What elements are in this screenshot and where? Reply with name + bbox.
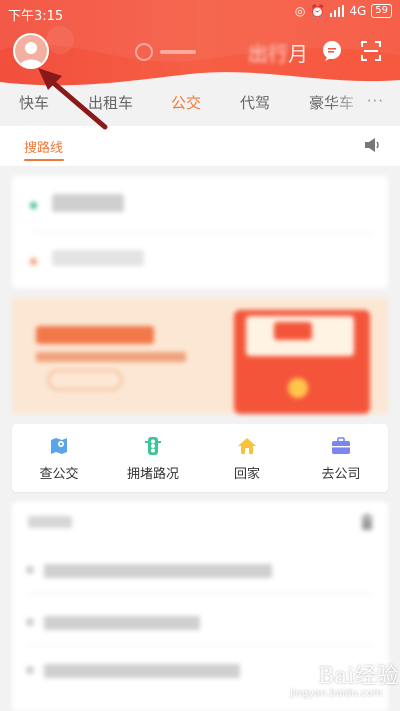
banner-subline [36, 352, 186, 362]
quick-action-label: 查公交 [39, 467, 79, 482]
quick-action-traffic[interactable]: 拥堵路况 [106, 424, 200, 492]
history-text [44, 664, 240, 678]
subtab-underline [24, 159, 64, 161]
watermark-subtext: jingyan.baidu.com [290, 688, 383, 699]
status-bar: 下午3:15 ◎ ⏰ 4G 59 [0, 0, 400, 26]
quick-action-label: 回家 [233, 467, 260, 482]
trash-icon[interactable] [360, 514, 374, 530]
location-icon: ◎ [294, 4, 306, 18]
banner-button[interactable] [48, 370, 122, 390]
start-dot [30, 202, 37, 209]
coin-icon [288, 378, 308, 398]
scan-icon[interactable] [360, 40, 382, 62]
coupon-amount [274, 322, 312, 340]
quick-action-go-home[interactable]: 回家 [200, 424, 294, 492]
bus-map-icon [51, 438, 67, 454]
avatar[interactable] [13, 33, 49, 69]
history-text [44, 616, 200, 630]
promo-text-blurred: 出行 [248, 42, 288, 66]
history-dot [26, 666, 34, 674]
start-input[interactable] [52, 194, 124, 212]
tab-kuaiche[interactable]: 快车 [19, 92, 49, 113]
user-avatar-icon [15, 35, 47, 67]
destination-input[interactable] [52, 250, 144, 266]
network-type: 4G [349, 4, 367, 18]
watermark-text: Bai经验 [318, 664, 399, 689]
battery-icon: 59 [371, 4, 392, 18]
traffic-light-icon [145, 437, 161, 455]
status-time: 下午3:15 [8, 9, 64, 24]
signal-icon [330, 5, 345, 17]
history-divider [28, 593, 372, 594]
brand-logo-icon [135, 43, 196, 61]
tab-bus[interactable]: 公交 [171, 92, 201, 113]
history-row[interactable] [12, 598, 388, 646]
route-input-card[interactable] [12, 176, 388, 288]
announcement-icon[interactable] [364, 137, 382, 153]
quick-actions: 查公交 拥堵路况 回家 去公司 [12, 424, 388, 492]
route-divider [32, 232, 372, 233]
service-tabs: 快车 出租车 公交 代驾 豪华车 ··· [0, 88, 400, 120]
promo-text: 出行月 [248, 38, 308, 67]
quick-action-check-bus[interactable]: 查公交 [12, 424, 106, 492]
history-row[interactable] [12, 546, 388, 594]
promo-text-month: 月 [288, 42, 308, 66]
banner-headline [36, 326, 154, 344]
subtab-bar: 搜路线 [0, 126, 400, 166]
tabs-fade [330, 88, 370, 120]
message-icon[interactable] [321, 40, 343, 62]
quick-action-label: 去公司 [321, 467, 361, 482]
home-icon [238, 438, 256, 454]
header: 下午3:15 ◎ ⏰ 4G 59 出行月 [0, 0, 400, 96]
more-tabs-button[interactable]: ··· [367, 92, 384, 110]
quick-action-label: 拥堵路况 [126, 467, 179, 482]
history-dot [26, 618, 34, 626]
history-text [44, 564, 272, 578]
history-title [28, 516, 72, 528]
tab-designated-driver[interactable]: 代驾 [240, 92, 270, 113]
history-dot [26, 566, 34, 574]
quick-action-go-work[interactable]: 去公司 [294, 424, 388, 492]
end-dot [30, 258, 37, 265]
alarm-icon: ⏰ [310, 4, 326, 18]
subtab-search-route[interactable]: 搜路线 [24, 137, 63, 156]
tab-taxi[interactable]: 出租车 [88, 92, 133, 113]
briefcase-icon [332, 437, 350, 454]
promo-banner[interactable] [12, 298, 388, 414]
status-icons: ◎ ⏰ 4G 59 [295, 4, 392, 18]
